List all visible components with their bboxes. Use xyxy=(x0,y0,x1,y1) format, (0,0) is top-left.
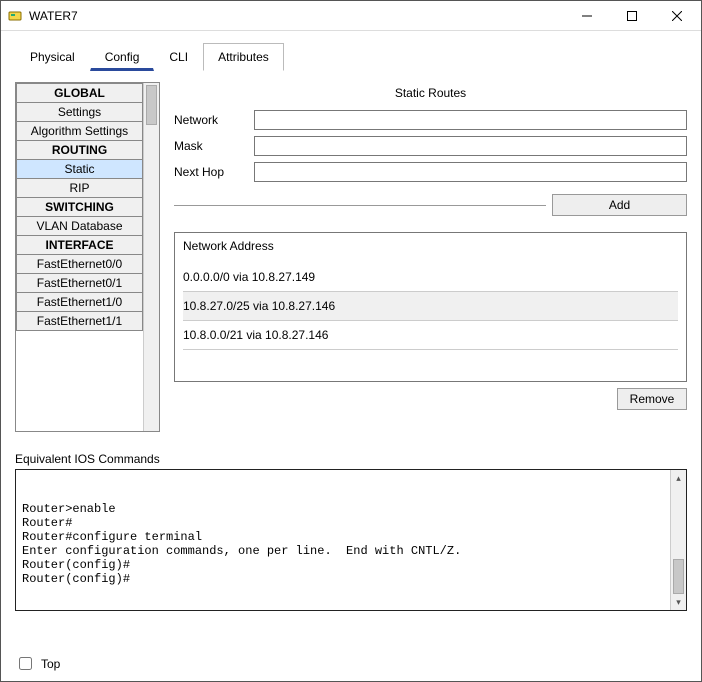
top-label: Top xyxy=(41,657,60,671)
mask-input[interactable] xyxy=(254,136,687,156)
footer: Top xyxy=(1,646,701,681)
scroll-up-icon[interactable]: ▴ xyxy=(671,470,686,486)
sidebar-item[interactable]: VLAN Database xyxy=(16,216,143,236)
body: GLOBALSettingsAlgorithm SettingsROUTINGS… xyxy=(1,72,701,646)
main-panel: Static Routes Network Mask Next Hop Add xyxy=(174,82,687,432)
sidebar-item[interactable]: Algorithm Settings xyxy=(16,121,143,141)
routes-list: Network Address 0.0.0.0/0 via 10.8.27.14… xyxy=(174,232,687,382)
tab-attributes[interactable]: Attributes xyxy=(203,43,284,71)
route-entry[interactable]: 0.0.0.0/0 via 10.8.27.149 xyxy=(183,263,678,292)
network-input[interactable] xyxy=(254,110,687,130)
sidebar-header: INTERFACE xyxy=(16,235,143,255)
ios-commands-box: Router>enable Router# Router#configure t… xyxy=(15,469,687,611)
scroll-down-icon[interactable]: ▾ xyxy=(671,594,686,610)
routes-header: Network Address xyxy=(183,239,678,253)
ios-scrollbar[interactable]: ▴ ▾ xyxy=(670,470,686,610)
route-entry[interactable]: 10.8.27.0/25 via 10.8.27.146 xyxy=(183,292,678,321)
sidebar-scrollbar[interactable] xyxy=(143,83,159,431)
nexthop-input[interactable] xyxy=(254,162,687,182)
sidebar-item[interactable]: FastEthernet0/0 xyxy=(16,254,143,274)
sidebar-header: SWITCHING xyxy=(16,197,143,217)
sidebar-item[interactable]: Settings xyxy=(16,102,143,122)
tab-bar: PhysicalConfigCLIAttributes xyxy=(1,31,701,72)
mask-label: Mask xyxy=(174,139,254,153)
window-title: WATER7 xyxy=(29,9,564,23)
divider xyxy=(174,205,546,206)
tab-cli[interactable]: CLI xyxy=(154,43,203,71)
titlebar: WATER7 xyxy=(1,1,701,31)
sidebar-header: GLOBAL xyxy=(16,83,143,103)
sidebar: GLOBALSettingsAlgorithm SettingsROUTINGS… xyxy=(16,83,143,431)
sidebar-item[interactable]: FastEthernet1/1 xyxy=(16,311,143,331)
window-controls xyxy=(564,2,699,30)
top-checkbox[interactable] xyxy=(19,657,32,670)
app-window: WATER7 PhysicalConfigCLIAttributes GLOBA… xyxy=(0,0,702,682)
close-button[interactable] xyxy=(654,2,699,30)
panel-title: Static Routes xyxy=(174,82,687,110)
tab-physical[interactable]: Physical xyxy=(15,43,90,71)
sidebar-item[interactable]: FastEthernet1/0 xyxy=(16,292,143,312)
sidebar-item[interactable]: RIP xyxy=(16,178,143,198)
maximize-button[interactable] xyxy=(609,2,654,30)
network-label: Network xyxy=(174,113,254,127)
add-button[interactable]: Add xyxy=(552,194,687,216)
remove-button[interactable]: Remove xyxy=(617,388,687,410)
app-icon xyxy=(7,8,23,24)
tab-config[interactable]: Config xyxy=(90,43,155,71)
sidebar-header: ROUTING xyxy=(16,140,143,160)
sidebar-item[interactable]: FastEthernet0/1 xyxy=(16,273,143,293)
sidebar-item[interactable]: Static xyxy=(16,159,143,179)
sidebar-container: GLOBALSettingsAlgorithm SettingsROUTINGS… xyxy=(15,82,160,432)
nexthop-label: Next Hop xyxy=(174,165,254,179)
ios-text[interactable]: Router>enable Router# Router#configure t… xyxy=(16,470,670,610)
ios-label: Equivalent IOS Commands xyxy=(15,452,687,466)
route-entry[interactable]: 10.8.0.0/21 via 10.8.27.146 xyxy=(183,321,678,350)
minimize-button[interactable] xyxy=(564,2,609,30)
